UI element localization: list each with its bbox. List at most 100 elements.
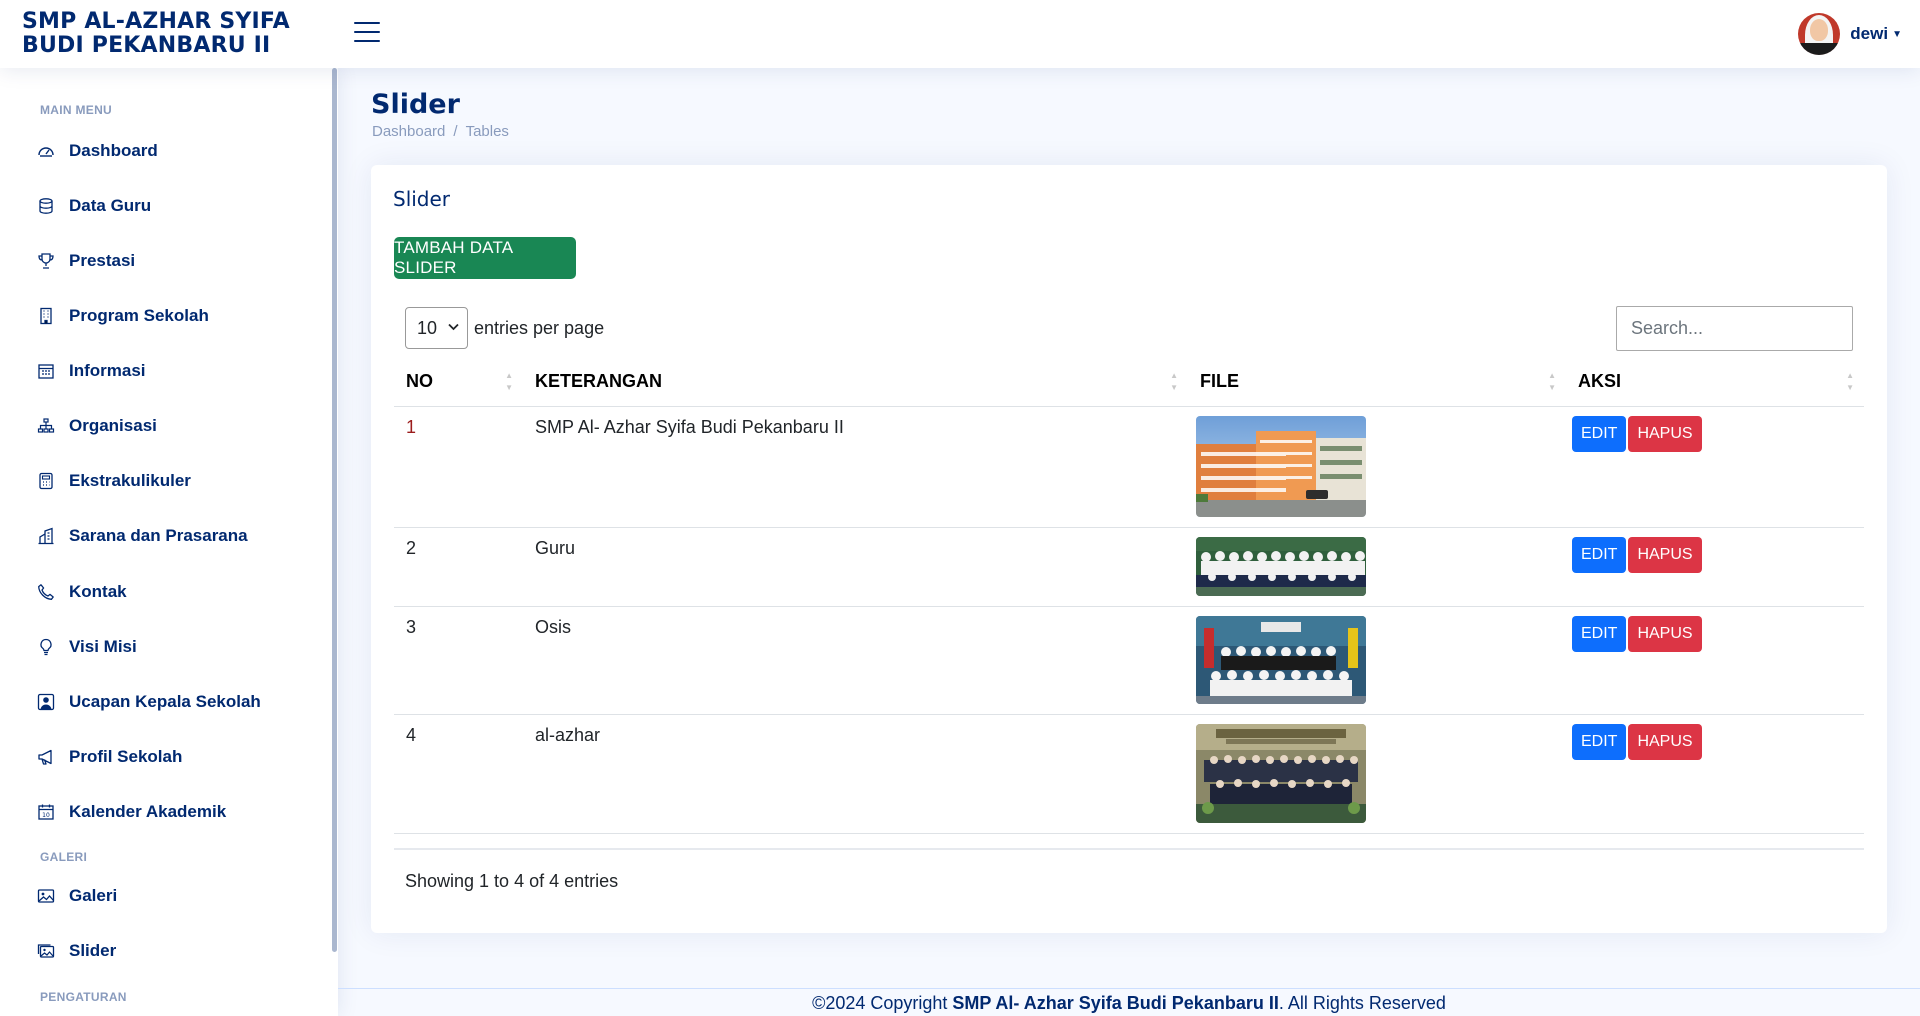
sidebar-item-kalender-akademik[interactable]: 10 Kalender Akademik	[36, 792, 326, 832]
table-info: Showing 1 to 4 of 4 entries	[405, 871, 619, 891]
telephone-icon	[36, 582, 56, 602]
sort-icon: ▲ ▼	[1548, 371, 1556, 392]
brand-logo[interactable]: SMP AL-AZHAR SYIFA BUDI PEKANBARU II	[22, 10, 322, 58]
breadcrumb-dashboard[interactable]: Dashboard	[372, 123, 445, 140]
sidebar-item-organisasi[interactable]: Organisasi	[36, 406, 326, 446]
sidebar-item-ucapan-kepala-sekolah[interactable]: Ucapan Kepala Sekolah	[36, 682, 326, 722]
sidebar-item-label: Ucapan Kepala Sekolah	[69, 692, 261, 711]
user-profile-dropdown[interactable]: dewi ▼	[1798, 13, 1902, 55]
sidebar-item-ekstrakulikuler[interactable]: Ekstrakulikuler	[36, 461, 326, 501]
column-header-keterangan[interactable]: KETERANGAN ▲ ▼	[523, 358, 1188, 407]
cell-keterangan: Osis	[523, 606, 1188, 715]
avatar	[1798, 13, 1841, 55]
sidebar: MAIN MENU Dashboard Data Guru Prestasi P…	[0, 68, 338, 1016]
cell-aksi: EDIT HAPUS	[1566, 714, 1864, 834]
sort-icon: ▲ ▼	[1846, 371, 1854, 392]
top-header: SMP AL-AZHAR SYIFA BUDI PEKANBARU II dew…	[0, 0, 1920, 68]
sidebar-item-kontak[interactable]: Kontak	[36, 572, 326, 612]
caret-down-icon: ▼	[1892, 28, 1902, 40]
hamburger-icon-bar	[354, 22, 380, 24]
cell-file	[1188, 606, 1566, 715]
sidebar-item-data-guru[interactable]: Data Guru	[36, 186, 326, 226]
svg-text:10: 10	[42, 812, 50, 819]
person-square-icon	[36, 692, 56, 712]
table-row: 2 Guru EDIT HAPUS	[394, 527, 1864, 607]
column-header-label: FILE	[1200, 371, 1239, 392]
slider-card: Slider TAMBAH DATA SLIDER 10 entries per…	[371, 165, 1887, 933]
sidebar-item-galeri[interactable]: Galeri	[36, 876, 326, 916]
sort-icon: ▲ ▼	[505, 371, 513, 392]
sidebar-scrollbar[interactable]	[332, 68, 337, 952]
cell-no: 4	[394, 714, 523, 834]
column-header-aksi[interactable]: AKSI ▲ ▼	[1566, 358, 1864, 407]
brand-line-2: BUDI PEKANBARU II	[22, 33, 271, 58]
sort-icon: ▲ ▼	[1170, 371, 1178, 392]
sidebar-item-label: Informasi	[69, 361, 146, 380]
nav-heading-main-menu: MAIN MENU	[40, 103, 113, 117]
column-header-label: AKSI	[1578, 371, 1622, 392]
sidebar-item-label: Kalender Akademik	[69, 802, 227, 821]
sidebar-item-visi-misi[interactable]: Visi Misi	[36, 627, 326, 667]
add-slider-button[interactable]: TAMBAH DATA SLIDER	[394, 237, 576, 279]
sidebar-item-sarana-dan-prasarana[interactable]: Sarana dan Prasarana	[36, 516, 326, 556]
entries-per-page: 10 entries per page	[405, 307, 604, 349]
sidebar-item-dashboard[interactable]: Dashboard	[36, 131, 326, 171]
cell-aksi: EDIT HAPUS	[1566, 606, 1864, 715]
cell-keterangan: SMP Al- Azhar Syifa Budi Pekanbaru II	[523, 406, 1188, 528]
delete-button[interactable]: HAPUS	[1628, 615, 1702, 652]
page-footer: ©2024 Copyright SMP Al- Azhar Syifa Budi…	[338, 988, 1920, 1016]
chevron-down-icon	[448, 322, 459, 334]
database-icon	[36, 196, 56, 216]
table-header-row: NO ▲ ▼ KETERANGAN ▲ ▼ FILE ▲ ▼ AKSI ▲ ▼	[394, 358, 1864, 407]
delete-button[interactable]: HAPUS	[1628, 415, 1702, 452]
user-name: dewi	[1850, 24, 1889, 43]
cell-no: 1	[394, 406, 523, 528]
images-icon	[36, 941, 56, 961]
teachers-group-photo	[1196, 536, 1366, 596]
speedometer-icon	[36, 141, 56, 161]
edit-button[interactable]: EDIT	[1572, 536, 1627, 573]
breadcrumb: Dashboard / Tables	[372, 123, 509, 140]
edit-button[interactable]: EDIT	[1572, 415, 1627, 452]
osis-group-photo	[1196, 615, 1366, 704]
al-azhar-event-photo	[1196, 723, 1366, 823]
page-title: Slider	[371, 89, 460, 120]
sidebar-item-slider[interactable]: Slider	[36, 931, 326, 971]
calendar-grid-icon	[36, 361, 56, 381]
sidebar-item-label: Profil Sekolah	[69, 747, 183, 766]
sidebar-item-label: Kontak	[69, 582, 127, 601]
sidebar-item-label: Data Guru	[69, 196, 152, 215]
nav-heading-galeri: GALERI	[40, 850, 88, 864]
lightbulb-icon	[36, 637, 56, 657]
column-header-no[interactable]: NO ▲ ▼	[394, 358, 523, 407]
sidebar-item-label: Ekstrakulikuler	[69, 471, 191, 490]
table-row: 3 Osis EDIT HAPUS	[394, 606, 1864, 715]
copyright-suffix: . All Rights Reserved	[1278, 993, 1446, 1013]
column-header-file[interactable]: FILE ▲ ▼	[1188, 358, 1566, 407]
card-title: Slider	[393, 187, 451, 211]
sidebar-item-program-sekolah[interactable]: Program Sekolah	[36, 296, 326, 336]
entries-per-page-select[interactable]: 10	[405, 307, 468, 349]
table-bottom-divider	[394, 848, 1864, 850]
entries-select-value: 10	[417, 317, 438, 338]
sidebar-item-profil-sekolah[interactable]: Profil Sekolah	[36, 737, 326, 777]
copyright-org: SMP Al- Azhar Syifa Budi Pekanbaru II	[952, 993, 1279, 1013]
delete-button[interactable]: HAPUS	[1628, 723, 1702, 760]
delete-button[interactable]: HAPUS	[1628, 536, 1702, 573]
diagram-icon	[36, 416, 56, 436]
calculator-icon	[36, 471, 56, 491]
copyright-prefix: ©2024 Copyright	[812, 993, 953, 1013]
search-input[interactable]	[1616, 306, 1853, 351]
sidebar-toggle-button[interactable]	[354, 22, 380, 44]
sidebar-item-prestasi[interactable]: Prestasi	[36, 241, 326, 281]
table-row: 4 al-azhar EDIT HAPUS	[394, 714, 1864, 834]
edit-button[interactable]: EDIT	[1572, 723, 1627, 760]
sidebar-item-informasi[interactable]: Informasi	[36, 351, 326, 391]
column-header-label: KETERANGAN	[535, 371, 663, 392]
cell-no: 2	[394, 527, 523, 607]
edit-button[interactable]: EDIT	[1572, 615, 1627, 652]
table-row: 1 SMP Al- Azhar Syifa Budi Pekanbaru II	[394, 406, 1864, 528]
calendar-icon: 10	[36, 802, 56, 822]
sidebar-item-label: Sarana dan Prasarana	[69, 526, 248, 545]
cell-file	[1188, 406, 1566, 528]
